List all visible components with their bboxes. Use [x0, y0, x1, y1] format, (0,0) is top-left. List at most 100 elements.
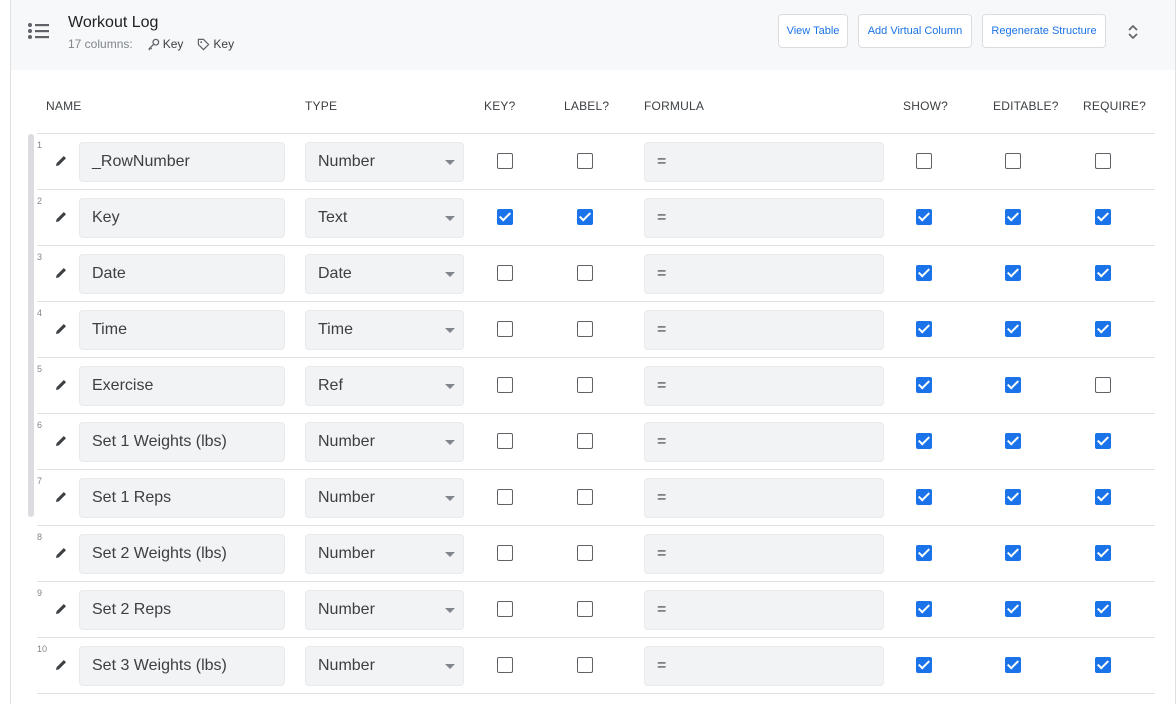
add-virtual-column-button[interactable]: Add Virtual Column — [858, 14, 972, 48]
column-name-field[interactable]: Set 1 Reps — [79, 478, 285, 518]
label-checkbox[interactable] — [577, 377, 593, 393]
editable-checkbox[interactable] — [1005, 545, 1021, 561]
key-checkbox[interactable] — [497, 153, 513, 169]
editable-checkbox[interactable] — [1005, 265, 1021, 281]
key-checkbox[interactable] — [497, 657, 513, 673]
formula-field[interactable]: = — [644, 478, 884, 518]
pencil-icon[interactable] — [54, 546, 68, 560]
pencil-icon[interactable] — [54, 378, 68, 392]
column-type-select[interactable]: Number — [305, 646, 464, 686]
key-checkbox[interactable] — [497, 209, 513, 225]
vertical-scrollbar[interactable] — [28, 134, 34, 517]
require-checkbox[interactable] — [1095, 265, 1111, 281]
pencil-icon[interactable] — [54, 602, 68, 616]
editable-checkbox[interactable] — [1005, 657, 1021, 673]
key-checkbox[interactable] — [497, 321, 513, 337]
label-checkbox[interactable] — [577, 601, 593, 617]
column-type-select[interactable]: Number — [305, 590, 464, 630]
label-checkbox[interactable] — [577, 321, 593, 337]
editable-checkbox[interactable] — [1005, 489, 1021, 505]
column-name-field[interactable]: _RowNumber — [79, 142, 285, 182]
pencil-icon[interactable] — [54, 658, 68, 672]
formula-field[interactable]: = — [644, 590, 884, 630]
key-checkbox[interactable] — [497, 489, 513, 505]
key-checkbox[interactable] — [497, 377, 513, 393]
label-checkbox[interactable] — [577, 265, 593, 281]
key-checkbox[interactable] — [497, 601, 513, 617]
formula-field[interactable]: = — [644, 142, 884, 182]
formula-field[interactable]: = — [644, 366, 884, 406]
column-type-select[interactable]: Number — [305, 422, 464, 462]
show-checkbox[interactable] — [916, 209, 932, 225]
require-checkbox[interactable] — [1095, 545, 1111, 561]
show-checkbox[interactable] — [916, 377, 932, 393]
column-type-select[interactable]: Number — [305, 142, 464, 182]
column-name-field[interactable]: Time — [79, 310, 285, 350]
require-checkbox[interactable] — [1095, 601, 1111, 617]
pencil-icon[interactable] — [54, 210, 68, 224]
label-checkbox[interactable] — [577, 209, 593, 225]
show-checkbox[interactable] — [916, 545, 932, 561]
label-checkbox[interactable] — [577, 153, 593, 169]
require-checkbox[interactable] — [1095, 209, 1111, 225]
editable-checkbox[interactable] — [1005, 321, 1021, 337]
show-checkbox[interactable] — [916, 433, 932, 449]
formula-field[interactable]: = — [644, 198, 884, 238]
show-checkbox[interactable] — [916, 321, 932, 337]
editable-checkbox[interactable] — [1005, 377, 1021, 393]
formula-field[interactable]: = — [644, 646, 884, 686]
column-name-field[interactable]: Set 1 Weights (lbs) — [79, 422, 285, 462]
show-checkbox[interactable] — [916, 265, 932, 281]
column-name-field[interactable]: Set 3 Weights (lbs) — [79, 646, 285, 686]
column-type-select[interactable]: Ref — [305, 366, 464, 406]
label-checkbox[interactable] — [577, 433, 593, 449]
column-name-field[interactable]: Key — [79, 198, 285, 238]
editable-checkbox[interactable] — [1005, 209, 1021, 225]
pencil-icon[interactable] — [54, 266, 68, 280]
pencil-icon[interactable] — [54, 434, 68, 448]
column-name-field[interactable]: Set 2 Weights (lbs) — [79, 534, 285, 574]
pencil-icon[interactable] — [54, 154, 68, 168]
column-header-type: TYPE — [305, 99, 338, 113]
column-type-select[interactable]: Text — [305, 198, 464, 238]
pencil-icon[interactable] — [54, 490, 68, 504]
editable-checkbox[interactable] — [1005, 601, 1021, 617]
regenerate-structure-button[interactable]: Regenerate Structure — [982, 14, 1106, 48]
require-checkbox[interactable] — [1095, 433, 1111, 449]
unfold-icon[interactable] — [1127, 24, 1139, 40]
key-checkbox[interactable] — [497, 265, 513, 281]
require-checkbox[interactable] — [1095, 657, 1111, 673]
list-icon[interactable] — [27, 21, 49, 41]
show-checkbox[interactable] — [916, 657, 932, 673]
formula-field[interactable]: = — [644, 254, 884, 294]
formula-field[interactable]: = — [644, 422, 884, 462]
label-checkbox[interactable] — [577, 545, 593, 561]
show-checkbox[interactable] — [916, 153, 932, 169]
column-name-field[interactable]: Set 2 Reps — [79, 590, 285, 630]
column-name-field[interactable]: Date — [79, 254, 285, 294]
require-checkbox[interactable] — [1095, 321, 1111, 337]
editable-checkbox[interactable] — [1005, 153, 1021, 169]
editable-checkbox[interactable] — [1005, 433, 1021, 449]
row-number: 9 — [37, 588, 43, 598]
formula-field[interactable]: = — [644, 310, 884, 350]
show-checkbox[interactable] — [916, 601, 932, 617]
view-table-button[interactable]: View Table — [778, 14, 848, 48]
dropdown-caret-icon — [445, 496, 455, 501]
column-type-select[interactable]: Number — [305, 478, 464, 518]
key-checkbox[interactable] — [497, 545, 513, 561]
column-type-value: Time — [318, 321, 353, 338]
require-checkbox[interactable] — [1095, 153, 1111, 169]
formula-field[interactable]: = — [644, 534, 884, 574]
column-name-field[interactable]: Exercise — [79, 366, 285, 406]
column-type-select[interactable]: Time — [305, 310, 464, 350]
key-checkbox[interactable] — [497, 433, 513, 449]
label-checkbox[interactable] — [577, 657, 593, 673]
column-type-select[interactable]: Date — [305, 254, 464, 294]
column-type-select[interactable]: Number — [305, 534, 464, 574]
require-checkbox[interactable] — [1095, 489, 1111, 505]
pencil-icon[interactable] — [54, 322, 68, 336]
require-checkbox[interactable] — [1095, 377, 1111, 393]
show-checkbox[interactable] — [916, 489, 932, 505]
label-checkbox[interactable] — [577, 489, 593, 505]
